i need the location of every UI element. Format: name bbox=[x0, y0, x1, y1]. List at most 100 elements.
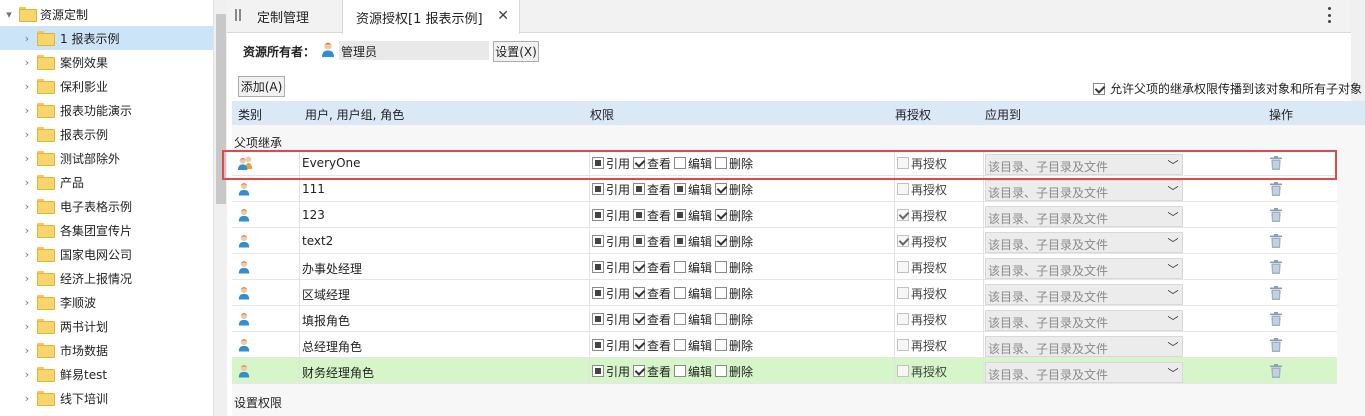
perm-edit[interactable]: 编辑 bbox=[674, 363, 712, 380]
regrant-checkbox[interactable] bbox=[897, 209, 909, 221]
edit-checkbox[interactable] bbox=[674, 313, 687, 325]
regrant-cell[interactable]: 再授权 bbox=[897, 228, 984, 254]
regrant-cell[interactable]: 再授权 bbox=[897, 150, 984, 176]
apply-to-select[interactable]: 该目录、子目录及文件 ﹀ bbox=[985, 258, 1183, 279]
edit-checkbox[interactable] bbox=[674, 287, 687, 299]
regrant-cell[interactable]: 再授权 bbox=[897, 202, 984, 228]
reference-checkbox[interactable] bbox=[592, 157, 604, 169]
table-row[interactable]: 总经理角色 引用 查看 编辑 删除 再授权 该目录、子目录及文件 ﹀ bbox=[232, 332, 1337, 358]
delete-checkbox[interactable] bbox=[715, 313, 728, 325]
tree-item[interactable]: › 1 报表示例 bbox=[0, 26, 213, 50]
apply-to-select[interactable]: 该目录、子目录及文件 ﹀ bbox=[985, 284, 1183, 305]
regrant-checkbox[interactable] bbox=[897, 235, 909, 247]
perm-delete[interactable]: 删除 bbox=[715, 363, 753, 380]
delete-checkbox[interactable] bbox=[715, 261, 728, 273]
perm-delete[interactable]: 删除 bbox=[715, 259, 753, 276]
regrant-checkbox[interactable] bbox=[897, 157, 909, 169]
perm-edit[interactable]: 编辑 bbox=[674, 233, 712, 250]
perm-reference[interactable]: 引用 bbox=[592, 363, 630, 380]
tab-resource-authorization[interactable]: 资源授权[1 报表示例] ✕ bbox=[342, 0, 520, 34]
tree-item[interactable]: › 保利影业 bbox=[0, 74, 213, 98]
perm-view[interactable]: 查看 bbox=[633, 155, 671, 172]
perm-view[interactable]: 查看 bbox=[633, 207, 671, 224]
perm-edit[interactable]: 编辑 bbox=[674, 311, 712, 328]
apply-to-select[interactable]: 该目录、子目录及文件 ﹀ bbox=[985, 232, 1183, 253]
delete-checkbox[interactable] bbox=[715, 339, 728, 351]
perm-view[interactable]: 查看 bbox=[633, 337, 671, 354]
reference-checkbox[interactable] bbox=[592, 287, 604, 299]
chevron-down-icon[interactable]: ﹀ bbox=[1166, 311, 1180, 330]
trash-icon[interactable] bbox=[1270, 234, 1282, 248]
chevron-right-icon[interactable]: › bbox=[22, 368, 32, 381]
perm-edit[interactable]: 编辑 bbox=[674, 181, 712, 198]
regrant-cell[interactable]: 再授权 bbox=[897, 358, 984, 384]
reference-checkbox[interactable] bbox=[592, 183, 604, 195]
perm-reference[interactable]: 引用 bbox=[592, 285, 630, 302]
chevron-down-icon[interactable]: ﹀ bbox=[1166, 259, 1180, 278]
reference-checkbox[interactable] bbox=[592, 209, 604, 221]
chevron-right-icon[interactable]: › bbox=[22, 272, 32, 285]
reference-checkbox[interactable] bbox=[592, 261, 604, 273]
view-checkbox[interactable] bbox=[633, 183, 646, 195]
propagate-checkbox[interactable] bbox=[1092, 82, 1105, 95]
view-checkbox[interactable] bbox=[633, 313, 646, 325]
delete-checkbox[interactable] bbox=[715, 157, 728, 169]
chevron-right-icon[interactable]: › bbox=[22, 32, 32, 45]
reference-checkbox[interactable] bbox=[592, 235, 604, 247]
tree-root[interactable]: ▾ 资源定制 bbox=[0, 2, 213, 26]
view-checkbox[interactable] bbox=[633, 339, 646, 351]
regrant-checkbox[interactable] bbox=[897, 261, 909, 273]
tree-item[interactable]: › 各集团宣传片 bbox=[0, 218, 213, 242]
delete-checkbox[interactable] bbox=[715, 365, 728, 377]
chevron-right-icon[interactable]: › bbox=[22, 392, 32, 405]
view-checkbox[interactable] bbox=[633, 261, 646, 273]
tree-item[interactable]: › 李顺波 bbox=[0, 290, 213, 314]
regrant-checkbox[interactable] bbox=[897, 365, 909, 377]
perm-delete[interactable]: 删除 bbox=[715, 207, 753, 224]
view-checkbox[interactable] bbox=[633, 157, 646, 169]
table-row[interactable]: 区域经理 引用 查看 编辑 删除 再授权 该目录、子目录及文件 ﹀ bbox=[232, 280, 1337, 306]
perm-view[interactable]: 查看 bbox=[633, 285, 671, 302]
trash-icon[interactable] bbox=[1270, 208, 1282, 222]
perm-view[interactable]: 查看 bbox=[633, 233, 671, 250]
table-row[interactable]: 财务经理角色 引用 查看 编辑 删除 再授权 该目录、子目录及文件 ﹀ bbox=[232, 358, 1337, 384]
perm-reference[interactable]: 引用 bbox=[592, 311, 630, 328]
tree-item[interactable]: › 报表功能演示 bbox=[0, 98, 213, 122]
delete-checkbox[interactable] bbox=[715, 183, 728, 195]
chevron-down-icon[interactable]: ﹀ bbox=[1166, 155, 1180, 174]
perm-delete[interactable]: 删除 bbox=[715, 181, 753, 198]
chevron-right-icon[interactable]: › bbox=[22, 200, 32, 213]
table-row[interactable]: 办事处经理 引用 查看 编辑 删除 再授权 该目录、子目录及文件 ﹀ bbox=[232, 254, 1337, 280]
tree-item[interactable]: › 市场数据 bbox=[0, 338, 213, 362]
chevron-right-icon[interactable]: › bbox=[22, 128, 32, 141]
chevron-right-icon[interactable]: › bbox=[22, 176, 32, 189]
perm-edit[interactable]: 编辑 bbox=[674, 285, 712, 302]
apply-to-select[interactable]: 该目录、子目录及文件 ﹀ bbox=[985, 180, 1183, 201]
trash-icon[interactable] bbox=[1270, 156, 1282, 170]
table-row[interactable]: EveryOne 引用 查看 编辑 删除 再授权 该目录、子目录及文件 ﹀ bbox=[232, 150, 1337, 176]
perm-edit[interactable]: 编辑 bbox=[674, 259, 712, 276]
perm-edit[interactable]: 编辑 bbox=[674, 337, 712, 354]
propagate-permissions-option[interactable]: 允许父项的继承权限传播到该对象和所有子对象 bbox=[1092, 80, 1362, 97]
regrant-cell[interactable]: 再授权 bbox=[897, 306, 984, 332]
view-checkbox[interactable] bbox=[633, 287, 646, 299]
perm-reference[interactable]: 引用 bbox=[592, 181, 630, 198]
tab-custom-management[interactable]: 定制管理 bbox=[257, 0, 309, 33]
table-row[interactable]: 123 引用 查看 编辑 删除 再授权 该目录、子目录及文件 ﹀ bbox=[232, 202, 1337, 228]
apply-to-select[interactable]: 该目录、子目录及文件 ﹀ bbox=[985, 154, 1183, 175]
perm-delete[interactable]: 删除 bbox=[715, 311, 753, 328]
tree-item[interactable]: › 案例效果 bbox=[0, 50, 213, 74]
tree-item[interactable]: › 测试部除外 bbox=[0, 146, 213, 170]
apply-to-select[interactable]: 该目录、子目录及文件 ﹀ bbox=[985, 206, 1183, 227]
regrant-checkbox[interactable] bbox=[897, 183, 909, 195]
chevron-down-icon[interactable]: ﹀ bbox=[1166, 337, 1180, 356]
tree-item[interactable]: › 线下培训 bbox=[0, 386, 213, 410]
perm-delete[interactable]: 删除 bbox=[715, 337, 753, 354]
chevron-right-icon[interactable]: › bbox=[22, 104, 32, 117]
reference-checkbox[interactable] bbox=[592, 339, 604, 351]
tree-scrollbar[interactable] bbox=[213, 0, 227, 416]
tree-item[interactable]: › 经济上报情况 bbox=[0, 266, 213, 290]
table-row[interactable]: 填报角色 引用 查看 编辑 删除 再授权 该目录、子目录及文件 ﹀ bbox=[232, 306, 1337, 332]
view-checkbox[interactable] bbox=[633, 209, 646, 221]
tree-item[interactable]: › 两书计划 bbox=[0, 314, 213, 338]
